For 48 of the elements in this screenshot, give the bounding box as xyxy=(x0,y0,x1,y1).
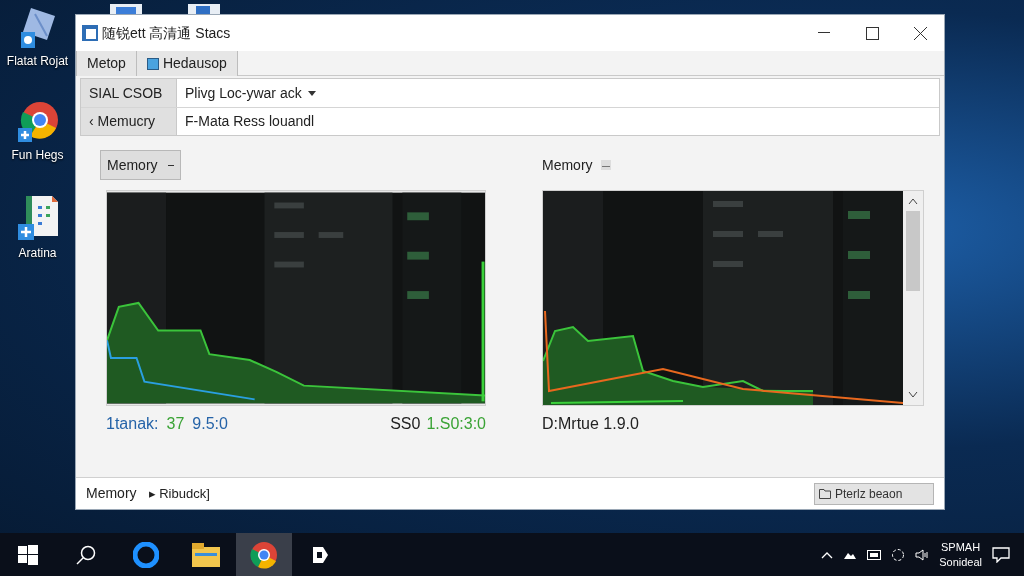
tab[interactable]: Metop xyxy=(76,51,137,76)
menu-icon[interactable] xyxy=(600,160,611,170)
notification-icon[interactable] xyxy=(992,546,1010,563)
spreadsheet-icon xyxy=(15,194,60,242)
scroll-up-icon[interactable] xyxy=(908,197,918,205)
close-icon xyxy=(913,26,927,40)
desktop-icon[interactable]: Aratina xyxy=(0,194,75,262)
window-title: 随锐ett 高清通 Stacs xyxy=(102,23,231,43)
app-icon xyxy=(82,25,98,41)
field-label: ‹ Memucry xyxy=(81,108,177,135)
network-icon[interactable] xyxy=(891,547,906,562)
desktop-icon[interactable]: Fun Hegs xyxy=(0,100,75,164)
panel-label: Memory xyxy=(542,155,593,175)
folder-icon xyxy=(192,542,220,567)
caption-text: SS0 xyxy=(390,414,421,434)
caption-text: 1tanak: xyxy=(106,414,159,434)
folder-icon xyxy=(819,488,831,499)
caption-text: 37 xyxy=(166,414,185,434)
browser-icon xyxy=(133,541,159,568)
document-icon[interactable] xyxy=(108,4,144,14)
battery-icon[interactable] xyxy=(867,549,882,560)
scrollbar[interactable] xyxy=(903,191,923,405)
desktop-icon[interactable]: Flatat Rojat xyxy=(0,6,75,70)
chrome-icon xyxy=(250,540,278,569)
folder-button[interactable]: Pterlz beaon xyxy=(814,482,934,505)
caption-text: D:Mrtue 1.9.0 xyxy=(542,414,639,434)
search-icon xyxy=(75,543,97,566)
input-field[interactable]: F-Mata Ress louandl xyxy=(177,108,939,135)
caption-text: 9.5:0 xyxy=(192,414,228,434)
caret-icon xyxy=(307,90,316,96)
windows-logo-icon xyxy=(18,544,38,565)
tab[interactable]: Hedausop xyxy=(136,51,238,76)
maximize-icon xyxy=(865,26,879,40)
dropdown-field[interactable]: Plivg Loc-ywar ack xyxy=(177,79,939,107)
scroll-down-icon[interactable] xyxy=(908,391,918,399)
document-icon[interactable] xyxy=(186,4,222,14)
app-icon xyxy=(311,544,329,565)
memory-button[interactable]: Memory xyxy=(100,150,181,180)
breadcrumb-link[interactable]: ▸ Ribudck] xyxy=(148,483,210,504)
status-label: Memory xyxy=(86,484,137,503)
minimize-icon xyxy=(818,32,830,34)
speaker-icon[interactable] xyxy=(915,548,930,561)
clock[interactable]: SPMAH Sonideal xyxy=(939,539,982,570)
chevron-up-icon[interactable] xyxy=(821,550,834,559)
field-label: SIAL CSOB xyxy=(81,79,177,107)
taskbar-app[interactable] xyxy=(236,533,292,576)
chrome-icon xyxy=(15,100,60,144)
caption-text: 1.S0:3:0 xyxy=(426,414,486,434)
